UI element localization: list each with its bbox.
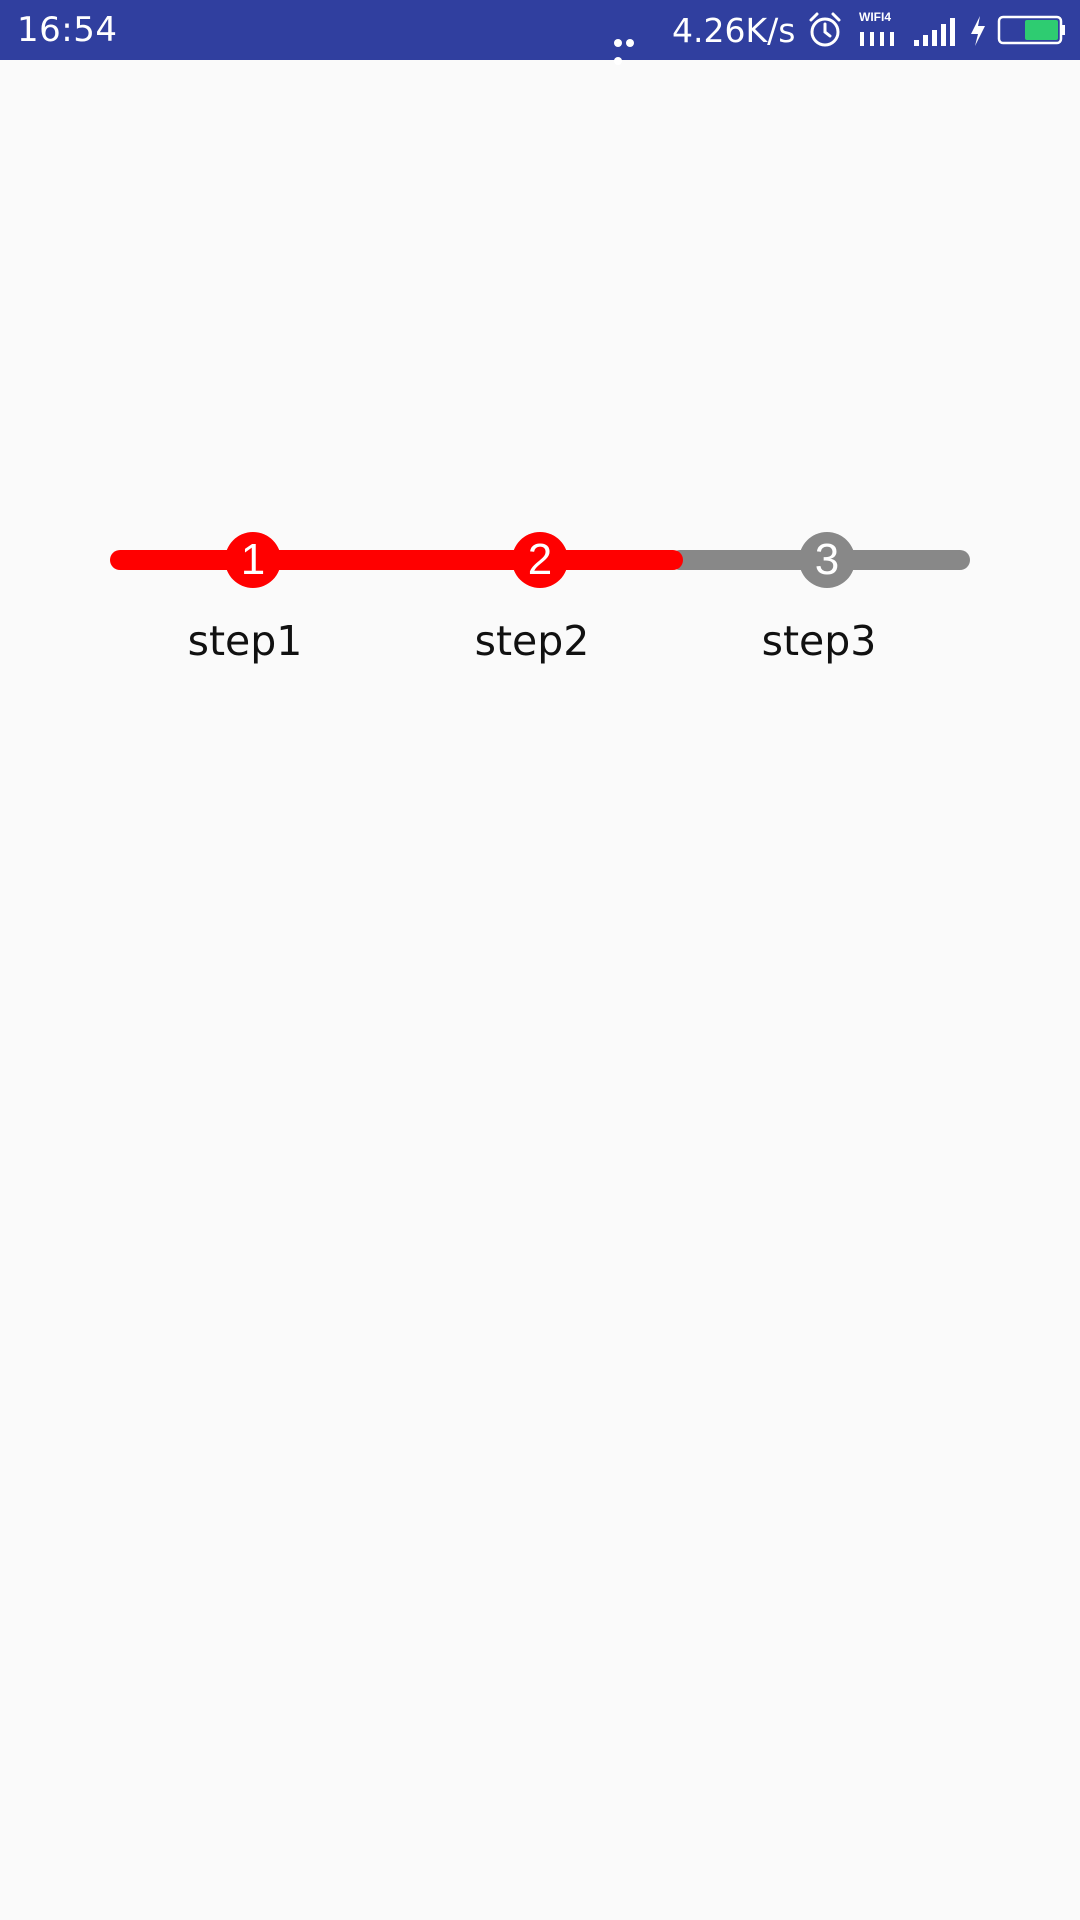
step-label-2: step2 (474, 617, 590, 665)
step-indicator-3[interactable]: 3 (799, 532, 855, 588)
step-indicator-1[interactable]: 1 (225, 532, 281, 588)
step-label-3: step3 (761, 617, 877, 665)
progress-track-completed (110, 550, 683, 570)
step-indicator-2[interactable]: 2 (512, 532, 568, 588)
step-progress: 1 2 3 step1 step2 step3 (0, 0, 1080, 700)
step-label-1: step1 (187, 617, 303, 665)
